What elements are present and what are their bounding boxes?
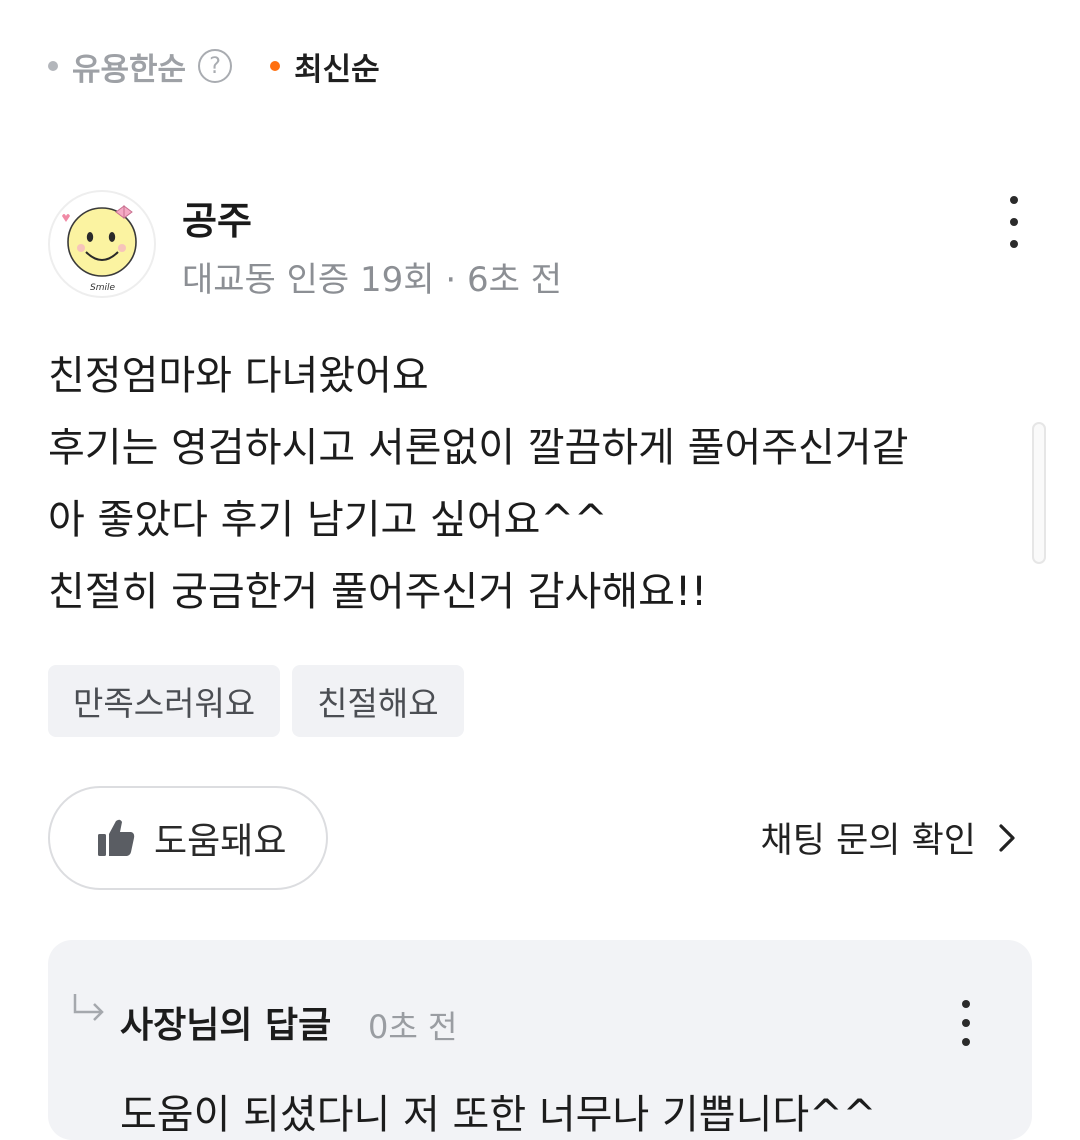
helpful-label: 도움돼요 — [154, 821, 287, 862]
helpful-button[interactable]: 도움돼요 — [48, 786, 328, 890]
author-name[interactable]: 공주 — [182, 190, 252, 245]
review-line: 후기는 영검하시고 서론없이 깔끔하게 풀어주신거같 — [48, 425, 909, 471]
more-options-icon[interactable] — [994, 196, 1034, 248]
review-line: 친정엄마와 다녀왔어요 — [48, 353, 429, 399]
sort-option-latest[interactable]: 최신순 — [270, 44, 380, 89]
reply-more-options-icon[interactable] — [956, 1000, 976, 1046]
review-line: 친절히 궁금한거 풀어주신거 감사해요!! — [48, 569, 708, 615]
tag-kind: 친절해요 — [292, 665, 464, 737]
sort-dot-icon — [270, 61, 281, 71]
review-line: 아 좋았다 후기 남기고 싶어요^^ — [48, 497, 608, 543]
chat-inquiry-link[interactable]: 채팅 문의 확인 — [761, 812, 1018, 863]
sort-option-label: 최신순 — [294, 51, 380, 88]
chat-inquiry-label: 채팅 문의 확인 — [760, 821, 976, 861]
sort-option-useful[interactable]: 유용한순 ? — [48, 44, 233, 89]
review-tags: 만족스러워요 친절해요 — [48, 665, 476, 737]
reply-arrow-icon — [73, 994, 104, 1021]
thumbs-up-icon — [96, 818, 136, 858]
sort-dot-icon — [48, 61, 58, 71]
reply-time: 0초 전 — [368, 1008, 458, 1046]
sort-bar: 유용한순 ? 최신순 — [48, 40, 380, 92]
sort-option-label: 유용한순 — [72, 51, 187, 88]
avatar[interactable]: Smile — [48, 190, 156, 298]
author-meta: 대교동 인증 19회 · 6초 전 — [182, 260, 562, 300]
svg-text:Smile: Smile — [90, 283, 115, 293]
tag-satisfied: 만족스러워요 — [48, 665, 281, 737]
dot — [1010, 218, 1018, 226]
scrollbar[interactable] — [1032, 422, 1046, 564]
reply-text: 도움이 되셨다니 저 또한 너무나 기쁩니다^^ — [120, 1092, 877, 1138]
reply-title: 사장님의 답글 — [120, 1005, 332, 1046]
dot — [962, 1038, 970, 1046]
owner-reply-card: 사장님의 답글 0초 전 도움이 되셨다니 저 또한 너무나 기쁩니다^^ — [48, 940, 1032, 1140]
dot — [962, 1019, 970, 1027]
dot — [962, 1000, 970, 1008]
dot — [1010, 196, 1018, 204]
dot — [1010, 240, 1018, 248]
chevron-right-icon — [996, 821, 1018, 855]
review-body: 친정엄마와 다녀왔어요 후기는 영검하시고 서론없이 깔끔하게 풀어주신거같 아… — [48, 340, 1028, 628]
smiley-face-avatar-icon: Smile — [62, 205, 137, 293]
help-icon[interactable]: ? — [198, 49, 233, 83]
